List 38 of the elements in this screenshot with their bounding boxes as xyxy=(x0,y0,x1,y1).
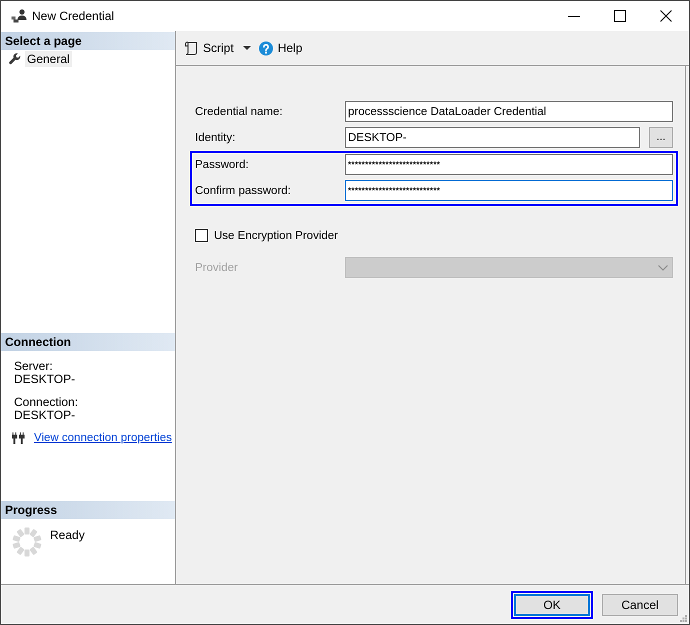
section-header: Connection xyxy=(1,333,175,351)
connection-value: DESKTOP- xyxy=(14,373,76,386)
field-label: Password: xyxy=(195,158,250,170)
dialog-button[interactable]: Cancel xyxy=(602,594,678,616)
text-field[interactable]: *************************** xyxy=(345,180,673,201)
connection-label: Connection: xyxy=(14,396,80,409)
text-field[interactable]: processscience DataLoader Credential xyxy=(345,101,673,122)
close-icon xyxy=(660,10,672,22)
checkbox-label: Use Encryption Provider xyxy=(214,230,338,242)
connection-label: Server: xyxy=(14,360,54,373)
section-header: Select a page xyxy=(1,32,175,50)
field-label: Provider xyxy=(195,262,239,274)
plug-icon xyxy=(12,432,26,444)
window-title: New Credential xyxy=(32,9,114,23)
field-label: Credential name: xyxy=(195,106,284,118)
help-icon xyxy=(258,40,273,56)
checkbox[interactable] xyxy=(195,229,208,242)
browse-button[interactable]: ... xyxy=(649,127,673,148)
spinner-icon xyxy=(12,527,42,557)
page-item[interactable]: General xyxy=(25,50,72,66)
script-button[interactable]: Script xyxy=(182,37,253,59)
chevron-icon xyxy=(658,264,668,270)
connection-properties-link[interactable]: View connection properties xyxy=(34,432,172,444)
maximize-icon xyxy=(614,10,626,22)
resize-grip-icon[interactable] xyxy=(680,615,687,622)
field-label: Confirm password: xyxy=(195,184,292,196)
text-field[interactable]: *************************** xyxy=(345,154,673,175)
wrench-icon xyxy=(9,52,21,64)
text-field[interactable]: DESKTOP- xyxy=(345,127,640,148)
field-label: Identity: xyxy=(195,132,236,144)
caret-icon xyxy=(242,46,251,50)
progress-status: Ready xyxy=(50,528,85,542)
user-icon xyxy=(11,9,27,23)
help-button[interactable]: Help xyxy=(256,37,304,59)
dialog-button[interactable]: OK xyxy=(514,594,590,616)
connection-value: DESKTOP- xyxy=(14,409,76,422)
section-header: Progress xyxy=(1,501,175,519)
scroll-icon xyxy=(184,40,198,56)
